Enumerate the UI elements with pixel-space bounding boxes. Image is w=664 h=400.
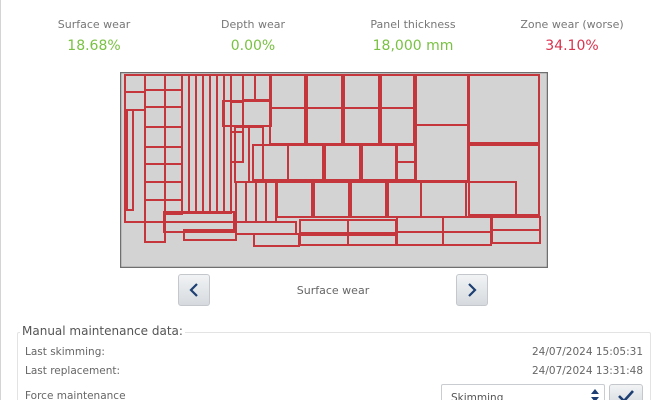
maintenance-title: Manual maintenance data: [20,324,185,338]
previous-map-button[interactable] [178,274,210,306]
chevron-right-icon [468,283,477,297]
force-maintenance-label: Force maintenance [25,390,126,400]
stat-value: 0.00% [230,38,276,54]
stat-value: 18.68% [67,38,121,54]
last-skimming-value: 24/07/2024 15:05:31 [531,346,643,358]
select-value: Skimming [451,392,504,400]
last-skimming-label: Last skimming: [25,346,105,358]
next-map-button[interactable] [456,274,488,306]
stat-label: Panel thickness [370,18,456,31]
chevron-left-icon [189,283,198,297]
wear-stats: Surface wear 18.68% Depth wear 0.00% Pan… [0,0,664,70]
map-caption: Surface wear [296,284,370,297]
checkmark-icon [618,390,634,400]
force-maintenance-select[interactable]: Skimming [441,384,605,400]
last-replacement-row: Last replacement: 24/07/2024 13:31:48 [25,364,643,378]
stat-label: Zone wear (worse) [520,18,624,31]
stat-surface-wear: Surface wear 18.68% [19,18,169,55]
stat-panel-thickness: Panel thickness 18,000 mm [338,18,488,55]
last-skimming-row: Last skimming: 24/07/2024 15:05:31 [25,345,643,359]
panel-wear-map [120,72,548,268]
confirm-maintenance-button[interactable] [609,384,643,400]
stat-depth-wear: Depth wear 0.00% [178,18,328,55]
stat-label: Depth wear [220,18,286,31]
stat-zone-wear-worse: Zone wear (worse) 34.10% [497,18,647,55]
stat-value: 18,000 mm [372,38,454,54]
last-replacement-value: 24/07/2024 13:31:48 [531,365,643,377]
stat-value: 34.10% [545,38,599,54]
stat-label: Surface wear [57,18,131,31]
last-replacement-label: Last replacement: [25,365,121,377]
select-arrows-icon [591,389,599,400]
